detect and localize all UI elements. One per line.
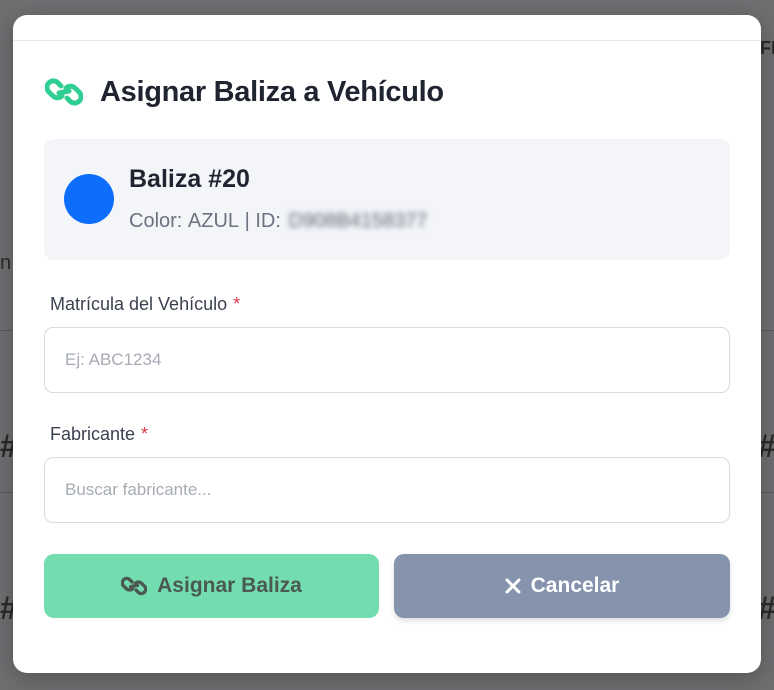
beacon-id-value: D908B4158377 [288,210,428,232]
required-marker: * [141,424,149,444]
link-icon [121,575,148,597]
beacon-color-label: Color: [129,210,183,232]
background-text-fragment: n [0,252,12,274]
beacon-info-card: Baliza #20 Color: AZUL | ID: D908B415837… [44,139,730,260]
modal-header: Asignar Baliza a Vehículo [44,75,444,109]
manufacturer-search-input[interactable] [44,457,730,523]
modal-top-divider [13,40,761,41]
beacon-id-label: ID: [255,210,281,232]
required-marker: * [233,294,241,314]
plate-label-text: Matrícula del Vehículo [50,294,228,314]
manufacturer-label: Fabricante * [50,424,148,445]
beacon-name: Baliza #20 [129,165,250,193]
assign-beacon-label: Asignar Baliza [157,574,302,597]
plate-label: Matrícula del Vehículo * [50,294,240,315]
beacon-color-value: AZUL [187,210,240,232]
cancel-button[interactable]: Cancelar [394,554,730,618]
assign-beacon-button[interactable]: Asignar Baliza [44,554,379,618]
cancel-label: Cancelar [530,574,620,597]
link-icon [44,75,84,109]
plate-input[interactable] [44,327,730,393]
beacon-color-dot [64,174,114,224]
close-icon [505,578,521,594]
beacon-meta: Color: AZUL | ID: D908B4158377 [129,210,428,233]
assign-beacon-modal: Asignar Baliza a Vehículo Baliza #20 Col… [13,15,761,673]
background-text-fragment: FI [760,38,774,58]
modal-title: Asignar Baliza a Vehículo [100,75,444,108]
manufacturer-label-text: Fabricante [50,424,136,444]
